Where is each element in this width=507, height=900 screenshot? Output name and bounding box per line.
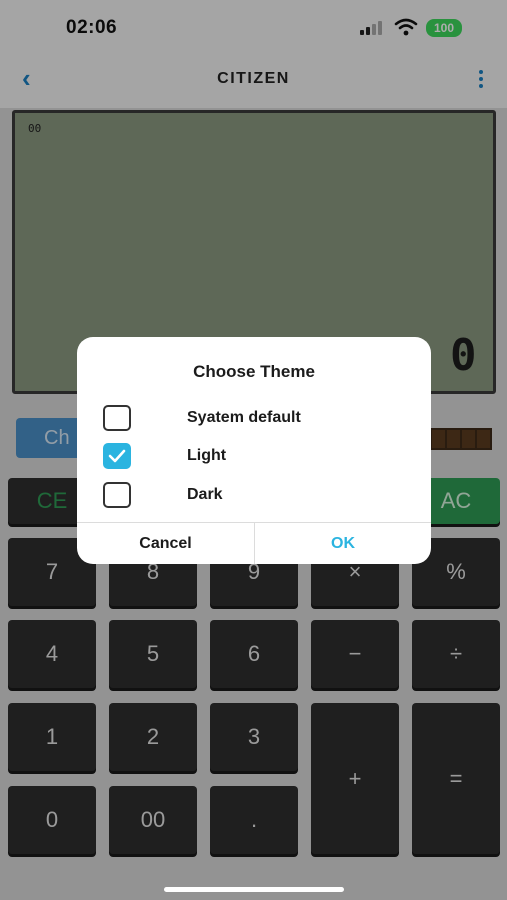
- option-light[interactable]: Light: [103, 443, 403, 471]
- checkbox-unchecked-icon[interactable]: [103, 405, 131, 431]
- checkbox-checked-icon[interactable]: [103, 443, 131, 469]
- checkbox-unchecked-icon[interactable]: [103, 482, 131, 508]
- home-indicator: [164, 887, 344, 892]
- choose-theme-dialog: Choose Theme Syatem default Light Dark C…: [77, 337, 431, 564]
- ok-button[interactable]: OK: [255, 523, 431, 564]
- option-label: Syatem default: [187, 409, 301, 426]
- option-system-default[interactable]: Syatem default: [103, 405, 403, 433]
- dialog-title: Choose Theme: [193, 362, 315, 381]
- cancel-button[interactable]: Cancel: [77, 523, 254, 564]
- option-label: Dark: [187, 486, 223, 503]
- option-label: Light: [187, 447, 227, 464]
- option-dark[interactable]: Dark: [103, 482, 403, 510]
